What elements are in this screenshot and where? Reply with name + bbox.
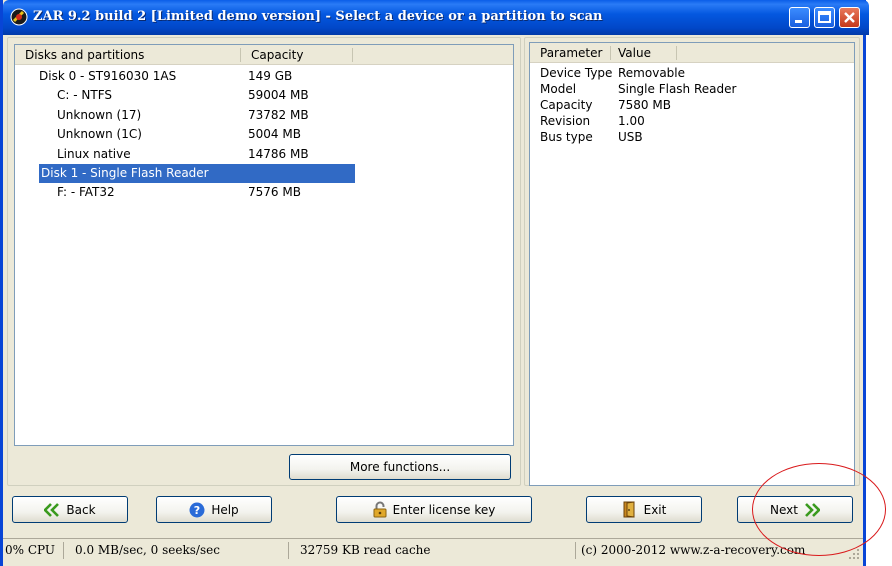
disks-list-header: Disks and partitions Capacity xyxy=(15,45,513,65)
status-bar: 0% CPU 0.0 MB/sec, 0 seeks/sec 32759 KB … xyxy=(3,538,863,562)
column-header-parameter[interactable]: Parameter xyxy=(540,46,602,60)
property-value: Single Flash Reader xyxy=(618,82,737,96)
disk-tree-row[interactable]: Unknown (17) 73782 MB xyxy=(15,106,513,125)
help-button[interactable]: ? Help xyxy=(156,496,272,523)
property-name: Bus type xyxy=(540,130,593,144)
disk-capacity: 5004 MB xyxy=(248,127,301,142)
header-separator[interactable] xyxy=(610,46,611,60)
cpu-status: 0% CPU xyxy=(5,543,56,557)
disk-name: Unknown (1C) xyxy=(57,127,142,142)
disk-capacity: 59004 MB xyxy=(248,88,309,103)
details-list[interactable]: Parameter Value Device Type Removable Mode… xyxy=(529,42,855,486)
header-separator[interactable] xyxy=(676,46,677,60)
disk-name: F: - FAT32 xyxy=(57,185,115,200)
close-button[interactable] xyxy=(839,7,860,28)
back-label: Back xyxy=(66,502,96,517)
property-value: 1.00 xyxy=(618,114,645,128)
more-functions-button[interactable]: More functions... xyxy=(289,454,511,480)
back-button[interactable]: Back xyxy=(12,496,128,523)
license-label: Enter license key xyxy=(392,502,496,517)
disk-capacity: 73782 MB xyxy=(248,107,309,122)
help-label: Help xyxy=(211,502,239,517)
speed-status: 0.0 MB/sec, 0 seeks/sec xyxy=(75,543,220,557)
property-name: Capacity xyxy=(540,98,593,112)
exit-button[interactable]: Exit xyxy=(586,496,702,523)
disks-list[interactable]: Disks and partitions Capacity Disk 0 - S… xyxy=(14,44,514,446)
svg-text:?: ? xyxy=(194,504,200,517)
title-bar[interactable]: ZAR 9.2 build 2 [Limited demo version] -… xyxy=(3,0,869,35)
disk-name: Disk 0 - ST916030 1AS xyxy=(39,69,177,83)
property-row[interactable]: Bus type USB xyxy=(540,129,850,145)
disk-tree-row[interactable]: C: - NTFS 59004 MB xyxy=(15,86,513,105)
property-value: Removable xyxy=(618,66,686,80)
cache-status: 32759 KB read cache xyxy=(300,543,431,557)
double-chevron-left-icon xyxy=(44,502,60,517)
disk-capacity: 149 GB xyxy=(248,69,293,83)
disk-tree-row[interactable]: F: - FAT32 7576 MB xyxy=(15,183,513,202)
column-header-disks[interactable]: Disks and partitions xyxy=(25,48,144,62)
door-exit-icon xyxy=(623,501,635,518)
disk-name: Disk 1 - Single Flash Reader xyxy=(41,166,209,180)
disk-name: C: - NTFS xyxy=(57,88,112,103)
maximize-icon xyxy=(818,11,831,23)
app-window: ZAR 9.2 build 2 [Limited demo version] -… xyxy=(0,0,869,566)
property-row[interactable]: Capacity 7580 MB xyxy=(540,97,850,113)
more-functions-label: More functions... xyxy=(349,460,451,474)
header-separator[interactable] xyxy=(240,48,241,62)
column-header-capacity[interactable]: Capacity xyxy=(251,45,303,65)
header-separator[interactable] xyxy=(352,48,353,62)
property-value: USB xyxy=(618,130,643,144)
enter-license-key-button[interactable]: Enter license key xyxy=(336,496,532,523)
window-title: ZAR 9.2 build 2 [Limited demo version] -… xyxy=(33,9,603,24)
zar-app-icon xyxy=(10,8,28,26)
property-row[interactable]: Model Single Flash Reader xyxy=(540,81,850,97)
padlock-icon xyxy=(373,501,387,518)
question-icon: ? xyxy=(189,502,205,517)
disk-tree-row[interactable]: Linux native 14786 MB xyxy=(15,145,513,164)
disk-tree-row[interactable]: Disk 1 - Single Flash Reader 7580 MB xyxy=(39,164,510,183)
disk-tree-row[interactable]: Unknown (1C) 5004 MB xyxy=(15,125,513,144)
disk-capacity: 14786 MB xyxy=(248,146,309,161)
property-name: Model xyxy=(540,82,577,96)
minimize-button[interactable] xyxy=(789,7,810,28)
disk-capacity: 7580 MB xyxy=(457,166,510,180)
maximize-button[interactable] xyxy=(814,7,835,28)
highlight-circle-annotation xyxy=(752,463,886,556)
minimize-icon xyxy=(795,20,802,23)
property-name: Device Type xyxy=(540,66,613,80)
disk-name: Unknown (17) xyxy=(57,107,142,122)
disk-name: Linux native xyxy=(57,146,131,161)
status-divider xyxy=(288,542,289,559)
status-divider xyxy=(575,542,576,559)
disk-tree-row[interactable]: Disk 0 - ST916030 1AS 149 GB xyxy=(15,67,513,86)
status-divider xyxy=(63,542,64,559)
disk-capacity: 7576 MB xyxy=(248,185,301,200)
column-header-value[interactable]: Value xyxy=(618,43,651,63)
exit-label: Exit xyxy=(643,502,667,517)
details-list-header: Parameter Value xyxy=(530,43,854,63)
property-name: Revision xyxy=(540,114,591,128)
close-icon xyxy=(844,12,855,23)
property-row[interactable]: Revision 1.00 xyxy=(540,113,850,129)
property-row[interactable]: Device Type Removable xyxy=(540,65,850,81)
property-value: 7580 MB xyxy=(618,98,671,112)
